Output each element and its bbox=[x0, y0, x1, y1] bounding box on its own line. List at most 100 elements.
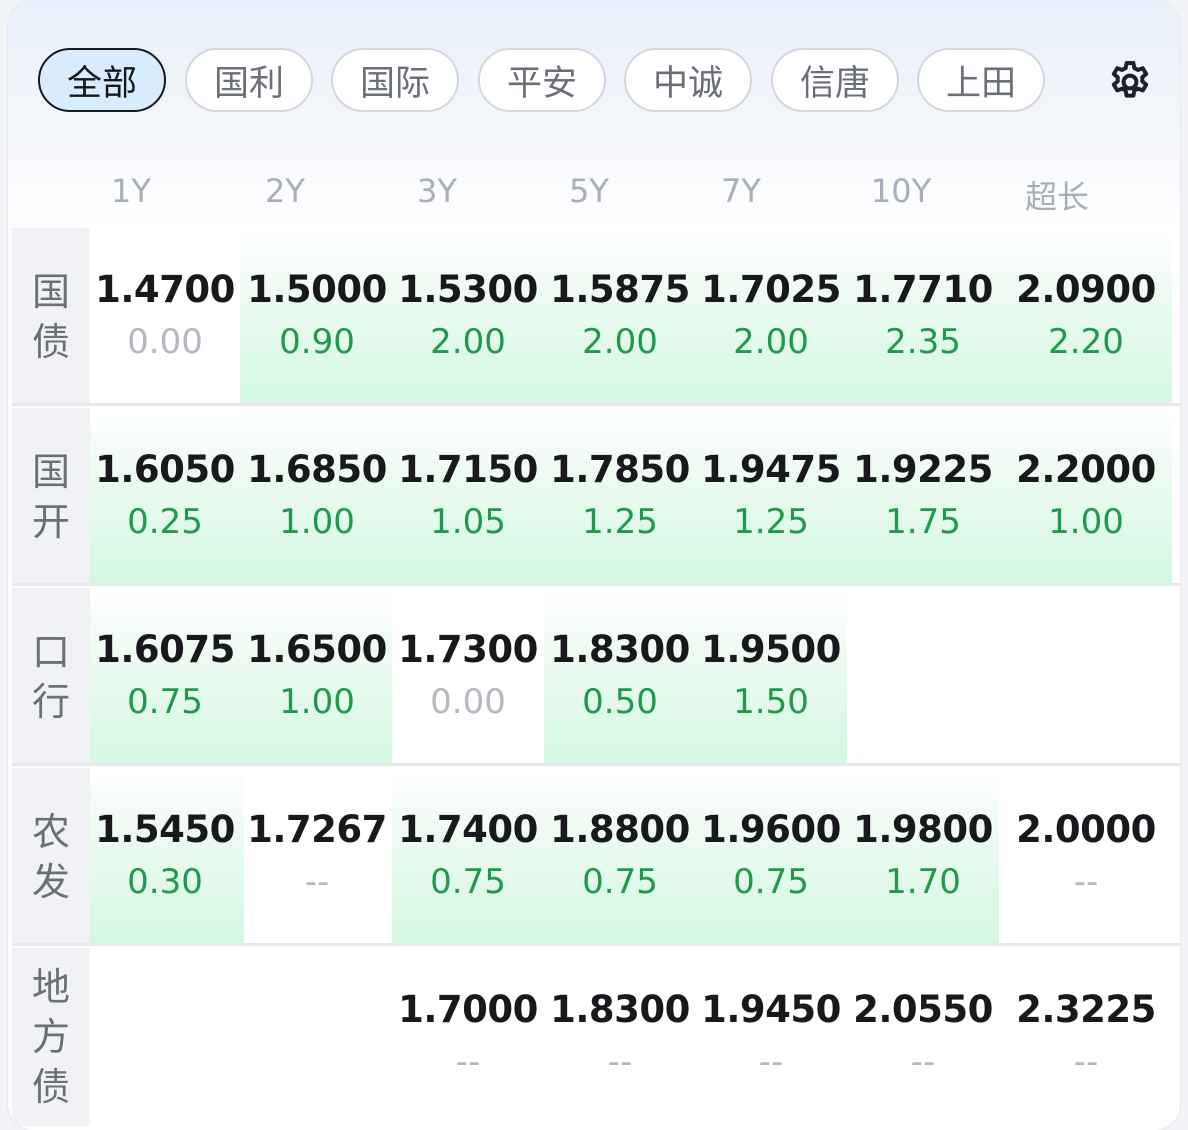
yield-cell[interactable]: 1.5300 2.00 bbox=[392, 228, 544, 406]
yield-cell[interactable]: 1.5875 2.00 bbox=[544, 228, 696, 406]
yield-value: 1.6500 bbox=[247, 628, 387, 671]
table-row[interactable]: 农发 1.5450 0.30 1.7267 -- 1.7400 0.75 1.8800 0.75… bbox=[12, 768, 1180, 946]
yield-value: 2.0900 bbox=[1016, 268, 1156, 311]
yield-cell[interactable]: 1.6075 0.75 bbox=[90, 588, 244, 766]
yield-change: 1.00 bbox=[1048, 502, 1124, 542]
yield-value: 1.8300 bbox=[550, 988, 690, 1031]
yield-cell[interactable] bbox=[240, 948, 392, 1126]
yield-cell[interactable]: 1.7150 1.05 bbox=[392, 408, 544, 586]
tab-item-4[interactable]: 中诚 bbox=[624, 48, 752, 112]
yield-cell[interactable]: 2.3225 -- bbox=[999, 948, 1172, 1126]
yield-cell[interactable]: 1.7710 2.35 bbox=[847, 228, 999, 406]
yield-cell[interactable]: 1.6500 1.00 bbox=[240, 588, 392, 766]
yield-change: 1.25 bbox=[733, 502, 809, 542]
row-label-char: 债 bbox=[31, 320, 70, 364]
column-header-超长: 超长 bbox=[1024, 178, 1089, 216]
yield-value: 1.4700 bbox=[95, 268, 235, 311]
yield-change: 2.00 bbox=[582, 322, 658, 362]
yield-cell[interactable]: 1.9600 0.75 bbox=[695, 768, 847, 946]
yield-change: -- bbox=[1073, 1042, 1099, 1082]
yield-cell[interactable]: 1.7400 0.75 bbox=[392, 768, 544, 946]
yield-value: 1.6850 bbox=[247, 448, 387, 491]
yield-value: 1.7150 bbox=[398, 448, 538, 491]
yield-value: 1.5450 bbox=[95, 808, 235, 851]
row-divider bbox=[12, 943, 1180, 946]
yield-cell[interactable]: 1.6850 1.00 bbox=[240, 408, 392, 586]
row-label: 口行 bbox=[12, 588, 90, 766]
yield-cell[interactable]: 1.7850 1.25 bbox=[544, 408, 696, 586]
yield-cell[interactable]: 1.7267 -- bbox=[240, 768, 392, 946]
yield-cell[interactable]: 1.8300 -- bbox=[544, 948, 696, 1126]
yield-cell[interactable]: 1.9800 1.70 bbox=[847, 768, 999, 946]
yield-cell[interactable]: 2.0900 2.20 bbox=[999, 228, 1172, 406]
table-row[interactable]: 地方债 1.7000 -- 1.8300 -- 1.9450 -- 2.0550 -- 2.322… bbox=[12, 948, 1180, 1126]
tab-item-5[interactable]: 信唐 bbox=[771, 48, 899, 112]
yield-change: 1.75 bbox=[885, 502, 961, 542]
yield-value: 1.7300 bbox=[398, 628, 538, 671]
yield-change: 0.90 bbox=[279, 322, 355, 362]
yield-cell[interactable]: 1.7300 0.00 bbox=[392, 588, 544, 766]
yield-change: 0.50 bbox=[582, 682, 658, 722]
yield-change: 2.00 bbox=[733, 322, 809, 362]
yield-change: -- bbox=[607, 1042, 633, 1082]
yield-change: -- bbox=[910, 1042, 936, 1082]
yield-cell[interactable]: 1.4700 0.00 bbox=[90, 228, 244, 406]
yield-value: 1.8800 bbox=[550, 808, 690, 851]
yield-cell[interactable]: 1.8800 0.75 bbox=[544, 768, 696, 946]
yield-value: 1.7025 bbox=[701, 268, 841, 311]
row-divider bbox=[12, 403, 1180, 406]
yield-cell[interactable] bbox=[847, 588, 999, 766]
yield-value: 2.0550 bbox=[853, 988, 993, 1031]
yield-change: 0.75 bbox=[430, 862, 506, 902]
yield-cell[interactable]: 2.2000 1.00 bbox=[999, 408, 1172, 586]
yield-change: 1.70 bbox=[885, 862, 961, 902]
yield-value: 2.0000 bbox=[1016, 808, 1156, 851]
yield-change: 0.30 bbox=[127, 862, 203, 902]
yield-cell[interactable]: 1.9450 -- bbox=[695, 948, 847, 1126]
table-row[interactable]: 口行 1.6075 0.75 1.6500 1.00 1.7300 0.00 1.8300 0.… bbox=[12, 588, 1180, 766]
yield-cell[interactable]: 1.8300 0.50 bbox=[544, 588, 696, 766]
yield-cell[interactable]: 2.0000 -- bbox=[999, 768, 1172, 946]
yield-change: 1.05 bbox=[430, 502, 506, 542]
yield-change: 2.00 bbox=[430, 322, 506, 362]
yield-change: 0.75 bbox=[733, 862, 809, 902]
yield-change: 2.20 bbox=[1048, 322, 1124, 362]
row-label: 农发 bbox=[12, 768, 90, 946]
yield-cell[interactable]: 1.7025 2.00 bbox=[695, 228, 847, 406]
tab-item-6[interactable]: 上田 bbox=[917, 48, 1045, 112]
column-header-10y: 10Y bbox=[870, 172, 932, 210]
gear-icon[interactable] bbox=[1106, 58, 1154, 106]
yield-cell[interactable]: 1.9500 1.50 bbox=[695, 588, 847, 766]
yield-change: 1.00 bbox=[279, 502, 355, 542]
yield-cell[interactable]: 1.5450 0.30 bbox=[90, 768, 244, 946]
tab-item-2[interactable]: 国际 bbox=[331, 48, 459, 112]
yield-value: 1.6050 bbox=[95, 448, 235, 491]
yield-cell[interactable]: 1.7000 -- bbox=[392, 948, 544, 1126]
yield-value: 1.7267 bbox=[247, 808, 387, 851]
row-label-char: 发 bbox=[31, 860, 70, 904]
table-row[interactable]: 国开 1.6050 0.25 1.6850 1.00 1.7150 1.05 1.7850 1.… bbox=[12, 408, 1180, 586]
column-header-2y: 2Y bbox=[265, 172, 305, 210]
yield-value: 2.2000 bbox=[1016, 448, 1156, 491]
yield-cell[interactable]: 1.9225 1.75 bbox=[847, 408, 999, 586]
yield-value: 1.9600 bbox=[701, 808, 841, 851]
yield-value: 1.9450 bbox=[701, 988, 841, 1031]
column-header-1y: 1Y bbox=[111, 172, 151, 210]
tab-all[interactable]: 全部 bbox=[38, 48, 166, 112]
yield-cell[interactable] bbox=[999, 588, 1172, 766]
tab-item-1[interactable]: 国利 bbox=[185, 48, 313, 112]
row-label: 国债 bbox=[12, 228, 90, 406]
yield-value: 1.5000 bbox=[247, 268, 387, 311]
table-row[interactable]: 国债 1.4700 0.00 1.5000 0.90 1.5300 2.00 1.5875 2.… bbox=[12, 228, 1180, 406]
column-header-5y: 5Y bbox=[569, 172, 609, 210]
yield-cell[interactable] bbox=[90, 948, 244, 1126]
yield-value: 1.6075 bbox=[95, 628, 235, 671]
yield-cell[interactable]: 1.6050 0.25 bbox=[90, 408, 244, 586]
yield-value: 1.9800 bbox=[853, 808, 993, 851]
yield-change: 0.00 bbox=[127, 322, 203, 362]
yield-cell[interactable]: 1.5000 0.90 bbox=[240, 228, 392, 406]
yield-change: -- bbox=[455, 1042, 481, 1082]
yield-cell[interactable]: 2.0550 -- bbox=[847, 948, 999, 1126]
tab-item-3[interactable]: 平安 bbox=[478, 48, 606, 112]
yield-cell[interactable]: 1.9475 1.25 bbox=[695, 408, 847, 586]
